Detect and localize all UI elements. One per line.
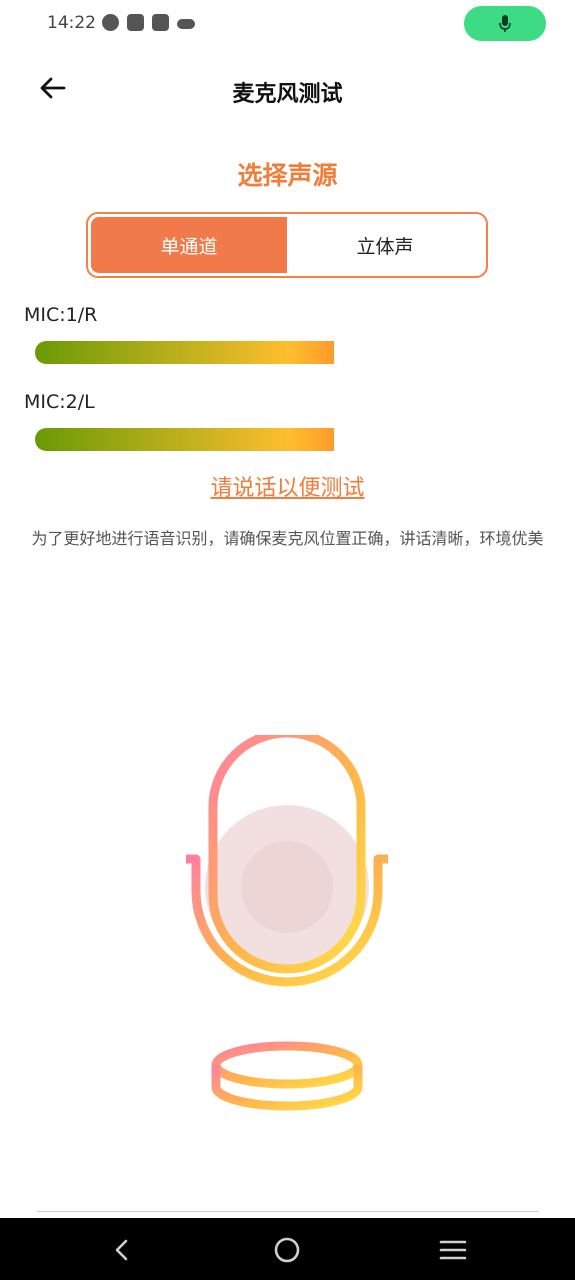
status-time: 14:22 <box>47 13 96 33</box>
nav-back-button[interactable] <box>102 1230 142 1270</box>
hint-text: 为了更好地进行语音识别，请确保麦克风位置正确，讲话清晰，环境优美 <box>31 529 544 548</box>
status-bar: 14:22 <box>0 0 575 48</box>
system-nav-bar <box>0 1218 575 1280</box>
mic2-label: MIC:2/L <box>24 391 95 413</box>
nav-home-button[interactable] <box>267 1230 307 1270</box>
shopping-bag-icon <box>127 14 144 31</box>
microphone-icon <box>499 14 511 32</box>
source-section-title: 选择声源 <box>237 161 338 190</box>
page-title: 麦克风测试 <box>232 82 343 107</box>
speedometer-icon <box>102 14 119 31</box>
circle-home-icon <box>274 1237 300 1263</box>
mic2-level-meter <box>35 428 334 451</box>
status-icons <box>102 14 195 31</box>
speak-to-test-link[interactable]: 请说话以便测试 <box>0 470 575 502</box>
mic2-level-fill <box>35 428 334 451</box>
stereo-option-button[interactable]: 立体声 <box>287 217 483 273</box>
chevron-left-icon <box>115 1239 128 1261</box>
source-segmented-control: 单通道 立体声 <box>86 212 488 278</box>
cloud-icon <box>177 18 195 29</box>
mono-option-button[interactable]: 单通道 <box>91 217 287 273</box>
pulse-inner-circle <box>241 841 333 933</box>
mic1-label: MIC:1/R <box>24 304 98 326</box>
shopping-bag-icon <box>152 14 169 31</box>
mic-in-use-indicator[interactable] <box>464 6 546 41</box>
microphone-illustration-icon[interactable] <box>170 735 406 1125</box>
mic1-level-fill <box>35 341 334 364</box>
hamburger-menu-icon <box>439 1240 467 1260</box>
nav-menu-button[interactable] <box>433 1230 473 1270</box>
bottom-divider <box>37 1211 538 1212</box>
mic1-level-meter <box>35 341 334 364</box>
app-header: 麦克风测试 <box>0 60 575 120</box>
